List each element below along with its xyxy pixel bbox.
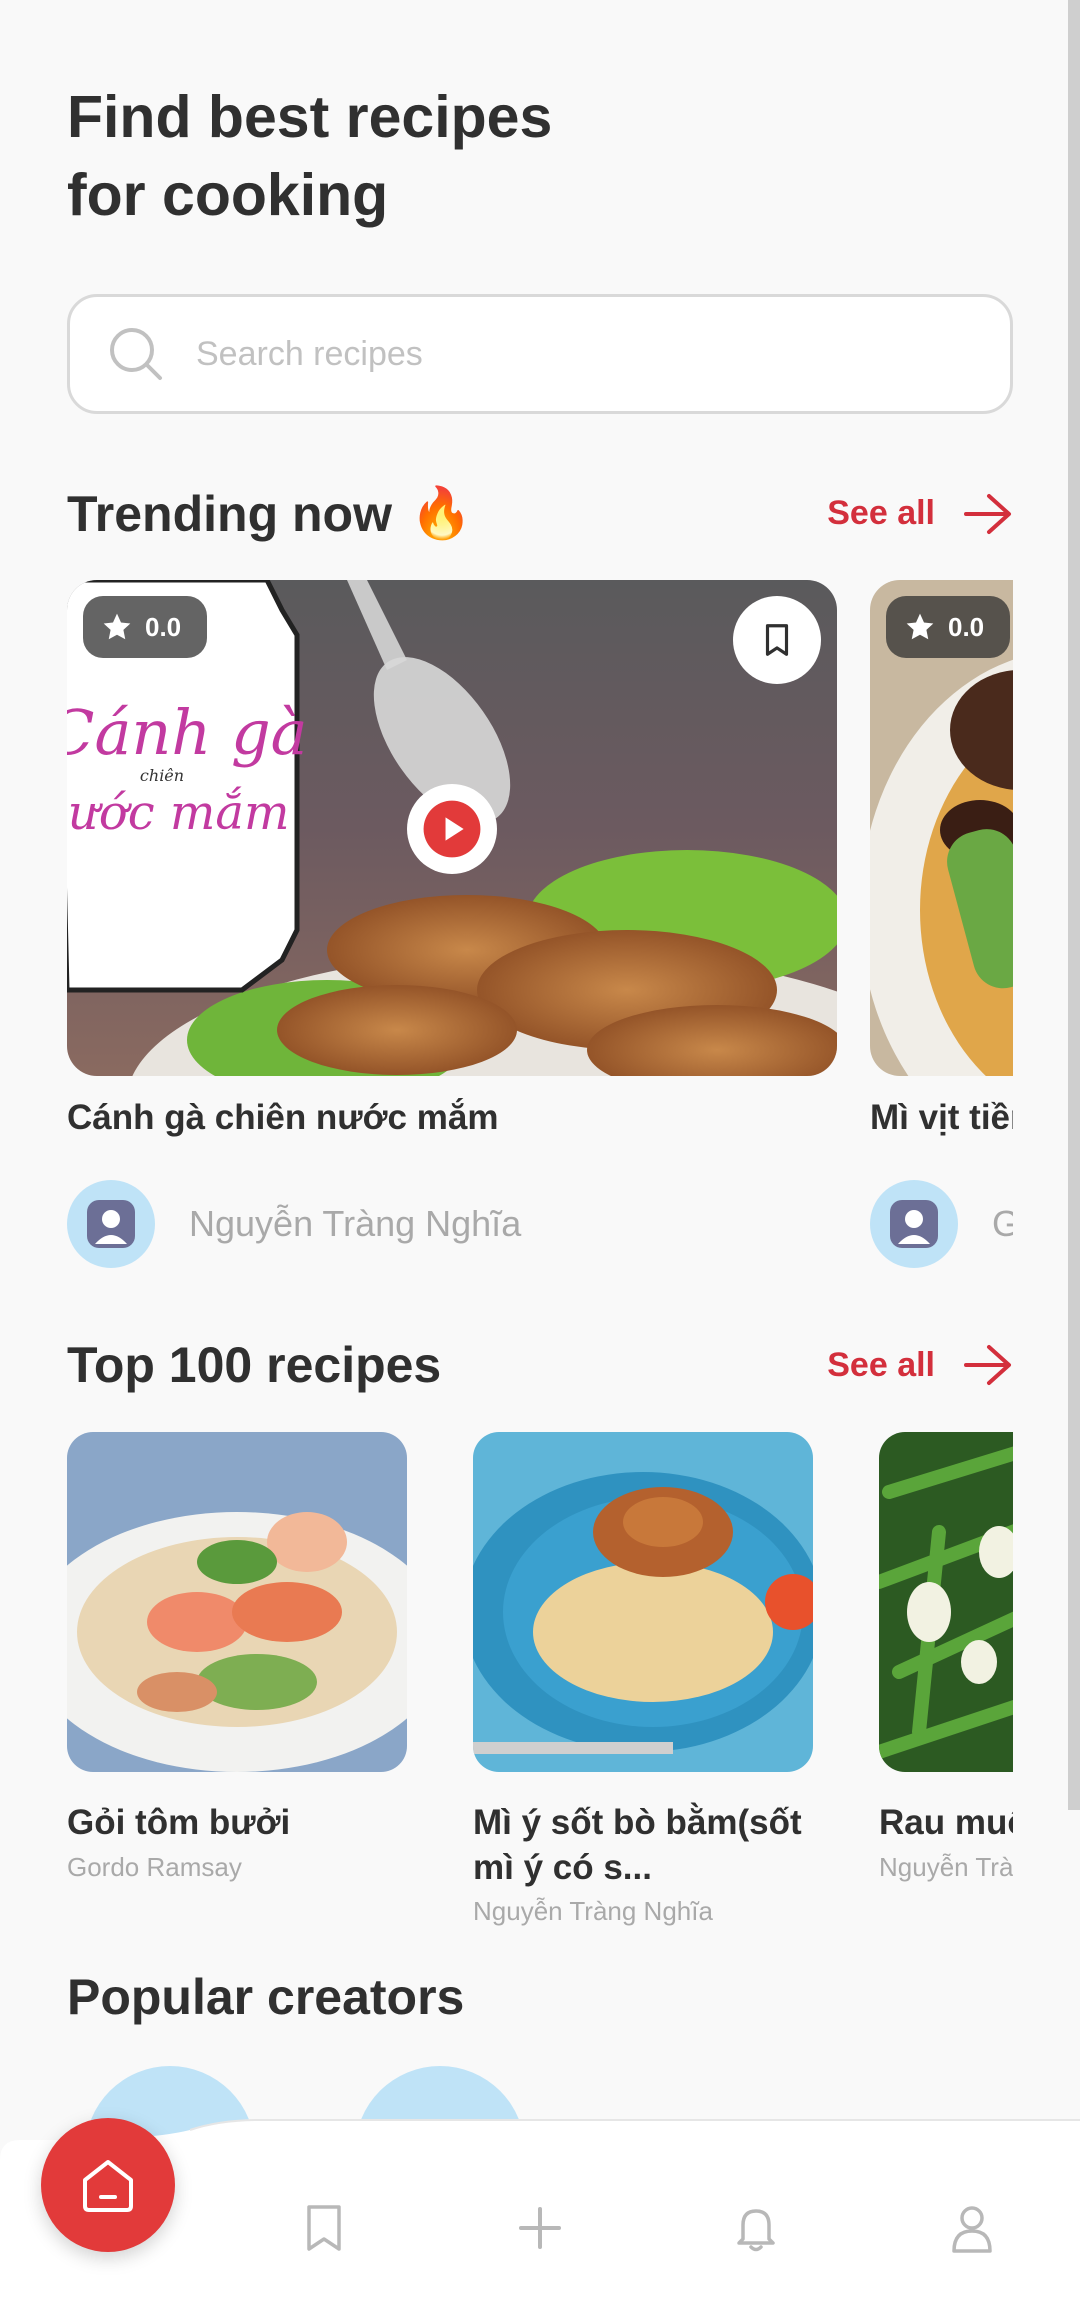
trending-card-title: Cánh gà chiên nước mắm bbox=[67, 1098, 499, 1137]
author-name: Nguyễn Tràng Nghĩa bbox=[189, 1203, 522, 1244]
rating-badge: 0.0 bbox=[886, 596, 1011, 658]
top-recipe-title: Rau muống bbox=[879, 1803, 1013, 1842]
overlay-label: Cánh gà chiên nước mắm bbox=[67, 696, 308, 842]
recipe-image bbox=[67, 1432, 407, 1772]
overlay-text-1: Cánh gà bbox=[67, 696, 308, 769]
bell-icon bbox=[737, 2209, 775, 2252]
bookmark-icon bbox=[765, 624, 789, 656]
rating-badge: 0.0 bbox=[83, 596, 208, 658]
rating-value: 0.0 bbox=[948, 611, 985, 642]
top100-title: Top 100 recipes bbox=[67, 1336, 441, 1394]
trending-card[interactable]: 0.0 bbox=[870, 580, 1013, 1076]
author-name: Gordo Ramsay bbox=[992, 1203, 1013, 1244]
overlay-text-2: nước mắm bbox=[67, 785, 290, 841]
nav-add-button[interactable] bbox=[510, 2198, 570, 2258]
creators-title-text: Popular creators bbox=[67, 1969, 465, 2025]
trending-see-all-button[interactable]: See all bbox=[827, 492, 1013, 536]
top-recipe-card[interactable] bbox=[67, 1432, 407, 1772]
search-placeholder: Search recipes bbox=[196, 334, 423, 373]
search-input[interactable]: Search recipes bbox=[67, 294, 1013, 414]
top-recipe-author: Nguyễn Tràng Nghĩa bbox=[473, 1896, 713, 1926]
top-recipe-card[interactable] bbox=[879, 1432, 1013, 1772]
page-title: Find best recipes for cooking bbox=[67, 78, 552, 234]
bookmark-button[interactable] bbox=[733, 596, 821, 684]
top100-title-text: Top 100 recipes bbox=[67, 1337, 442, 1393]
trending-header: Trending now 🔥 See all bbox=[67, 484, 1013, 543]
top-recipe-title: Gỏi tôm bưởi bbox=[67, 1803, 291, 1842]
nav-profile-button[interactable] bbox=[942, 2198, 1002, 2258]
author-row[interactable]: Nguyễn Tràng Nghĩa bbox=[67, 1180, 521, 1268]
user-avatar-icon bbox=[890, 1200, 938, 1248]
creators-title: Popular creators bbox=[67, 1968, 464, 2026]
arrow-right-icon bbox=[964, 1345, 1011, 1385]
top-recipe-author: Gordo Ramsay bbox=[67, 1852, 242, 1882]
top-recipe-title: Mì ý sốt bò bằm(sốt mì ý có s... bbox=[473, 1803, 802, 1887]
bookmark-icon bbox=[307, 2205, 341, 2251]
avatar bbox=[870, 1180, 958, 1268]
play-button[interactable] bbox=[407, 784, 497, 874]
see-all-label: See all bbox=[827, 494, 935, 532]
top-recipe-author: Nguyễn Tràng Nghĩa bbox=[879, 1852, 1013, 1882]
home-icon bbox=[83, 2160, 133, 2212]
trending-card-title: Mì vịt tiềm bbox=[870, 1098, 1013, 1137]
fire-icon: 🔥 bbox=[409, 485, 473, 541]
trending-title-text: Trending now bbox=[67, 485, 392, 542]
search-icon bbox=[110, 328, 162, 380]
star-icon bbox=[906, 613, 934, 640]
page-title-line-1: Find best recipes bbox=[67, 84, 553, 150]
nav-home-button[interactable] bbox=[41, 2118, 175, 2252]
profile-icon bbox=[952, 2206, 992, 2253]
page-title-line-2: for cooking bbox=[67, 162, 389, 228]
author-row[interactable]: Gordo Ramsay bbox=[870, 1180, 1013, 1268]
nav-bookmark-button[interactable] bbox=[294, 2198, 354, 2258]
nav-notifications-button[interactable] bbox=[726, 2198, 786, 2258]
top100-header: Top 100 recipes See all bbox=[67, 1336, 1013, 1394]
trending-card[interactable]: Cánh gà chiên nước mắm 0.0 bbox=[67, 580, 837, 1076]
recipe-image bbox=[879, 1432, 1013, 1772]
play-icon bbox=[423, 800, 481, 858]
user-avatar-icon bbox=[87, 1200, 135, 1248]
star-icon bbox=[103, 613, 131, 640]
recipe-image bbox=[473, 1432, 813, 1772]
rating-value: 0.0 bbox=[145, 611, 182, 642]
plus-icon bbox=[519, 2207, 561, 2249]
scrollbar[interactable] bbox=[1068, 0, 1080, 1810]
arrow-right-icon bbox=[964, 493, 1011, 534]
top-recipe-card[interactable] bbox=[473, 1432, 813, 1772]
creators-header: Popular creators bbox=[67, 1968, 1013, 2026]
trending-title: Trending now 🔥 bbox=[67, 484, 472, 543]
avatar bbox=[67, 1180, 155, 1268]
top100-see-all-button[interactable]: See all bbox=[827, 1343, 1013, 1387]
see-all-label: See all bbox=[827, 1345, 935, 1384]
